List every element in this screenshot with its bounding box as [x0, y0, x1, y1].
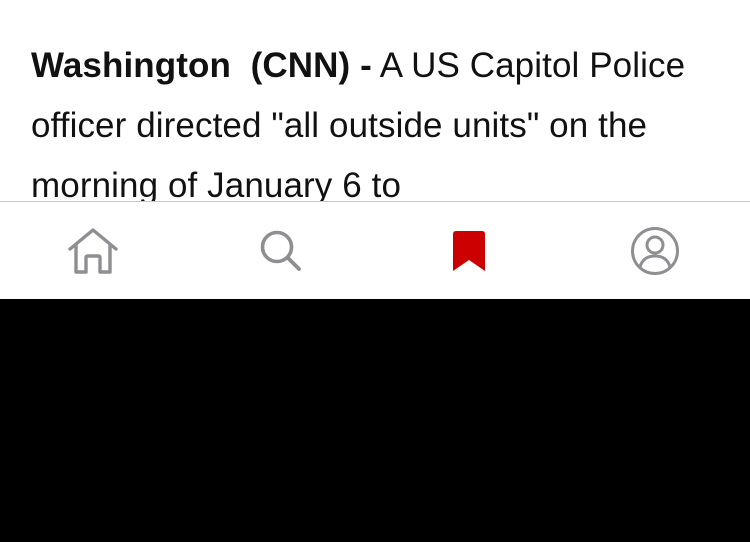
dateline-location: Washington — [31, 46, 231, 85]
article-content: Washington (CNN) - A US Capitol Police o… — [0, 0, 750, 201]
tab-saved[interactable] — [414, 202, 524, 299]
account-icon — [631, 226, 679, 275]
tab-search[interactable] — [226, 202, 336, 299]
tab-home[interactable] — [38, 202, 148, 299]
bottom-tab-bar — [0, 201, 750, 299]
home-icon — [68, 227, 118, 274]
search-icon — [260, 230, 301, 271]
dateline-separator: - — [360, 46, 372, 85]
blank-area — [0, 299, 750, 542]
dateline-source: (CNN) — [250, 46, 351, 85]
bookmark-icon — [453, 230, 485, 271]
article-dateline: Washington (CNN) - — [31, 46, 372, 85]
article-paragraph: Washington (CNN) - A US Capitol Police o… — [31, 36, 721, 201]
tab-account[interactable] — [600, 202, 710, 299]
